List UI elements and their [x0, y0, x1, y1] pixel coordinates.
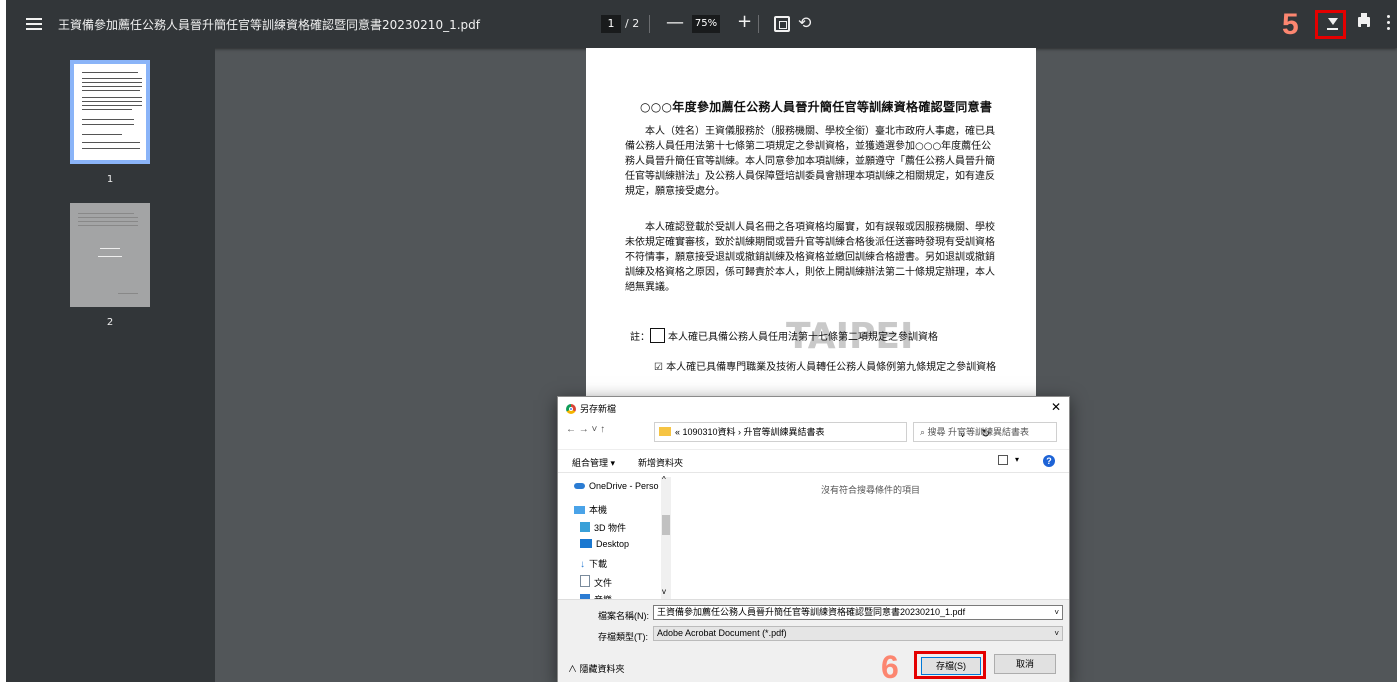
nav-item-label: 下載 [589, 559, 608, 569]
organize-menu[interactable]: 組合管理 ▾ [572, 456, 615, 469]
nav-item-onedrive[interactable]: OneDrive - Perso [574, 481, 659, 491]
address-bar[interactable]: « 1090310資料 › 升官等訓練異結書表 ˅ ↻ [654, 422, 990, 442]
note: 註： 本人確已具備公務人員任用法第十七條第二項規定之參訓資格 [630, 328, 1000, 345]
print-icon[interactable] [1358, 13, 1370, 27]
cloud-icon [574, 483, 585, 489]
pdf-page: TAIPEI ○○○年度參加薦任公務人員晉升簡任官等訓練資格確認暨同意書 本人（… [586, 48, 1036, 418]
close-icon[interactable]: ✕ [1051, 400, 1061, 414]
scroll-thumb[interactable] [662, 515, 670, 535]
thumbnail-page-2[interactable]: 2 [70, 203, 150, 328]
save-button-highlight: 存檔(S) [914, 651, 986, 679]
thumbnail-image [70, 60, 150, 164]
folder-icon [659, 427, 671, 436]
note-prefix: 註： [630, 332, 650, 343]
view-icon[interactable] [998, 455, 1008, 465]
download-icon[interactable] [1315, 10, 1346, 39]
zoom-in-button[interactable]: + [737, 11, 752, 32]
chevron-down-icon[interactable]: ▾ [1015, 455, 1019, 464]
nav-item-3d-objects[interactable]: 3D 物件 [580, 521, 626, 534]
step-annotation-5: 5 [1282, 8, 1299, 41]
nav-item-this-pc[interactable]: 本機 [574, 503, 607, 516]
filetype-value: Adobe Acrobat Document (*.pdf) [657, 628, 787, 638]
dialog-toolbar: 組合管理 ▾ 新增資料夾 ▾ ? [558, 449, 1069, 473]
rotate-icon[interactable]: ⟲ [798, 13, 811, 32]
menu-icon[interactable] [26, 15, 42, 33]
paragraph: 本人（姓名）王資儀服務於（服務機關、學校全銜）臺北市政府人事處，確已具備公務人員… [625, 126, 995, 197]
document-title: 王資備參加薦任公務人員晉升簡任官等訓練資格確認暨同意書20230210_1.pd… [58, 18, 480, 32]
desktop-icon [580, 539, 592, 548]
nav-item-desktop[interactable]: Desktop [580, 539, 629, 549]
nav-item-downloads[interactable]: ↓ 下載 [580, 557, 607, 570]
more-options-icon[interactable] [1387, 15, 1390, 31]
nav-item-label: 文件 [594, 578, 613, 588]
cancel-button[interactable]: 取消 [994, 654, 1056, 674]
scroll-up-icon[interactable]: ^ [662, 475, 666, 484]
nav-item-label: OneDrive - Perso [589, 481, 659, 491]
new-folder-button[interactable]: 新增資料夾 [638, 456, 683, 469]
document-icon [580, 575, 590, 587]
note-text: 本人確已具備公務人員任用法第十七條第二項規定之參訓資格 [668, 332, 938, 343]
fit-page-icon[interactable] [774, 16, 790, 32]
empty-message: 沒有符合搜尋條件的項目 [820, 485, 920, 495]
paragraph: 本人確認登載於受訓人員名冊之各項資格均屬實，如有誤報或因服務機關、學校未依規定確… [625, 222, 995, 293]
nav-arrows[interactable]: ← → ˅ ↑ [566, 424, 605, 435]
download-arrow-icon: ↓ [580, 559, 585, 570]
thumbnail-sidebar: 1 2 [6, 48, 215, 682]
save-as-dialog: 另存新檔 ✕ ← → ˅ ↑ « 1090310資料 › 升官等訓練異結書表 ˅… [557, 396, 1070, 682]
search-input[interactable]: ⌕ 搜尋 升官等訓練異結書表 [913, 422, 1057, 442]
cube-icon [580, 522, 590, 532]
page-number-input[interactable]: 1 [601, 15, 621, 33]
filetype-label: 存檔類型(T): [598, 632, 648, 642]
nav-item-label: Desktop [596, 539, 630, 549]
address-path: « 1090310資料 › 升官等訓練異結書表 [675, 427, 825, 437]
separator [649, 15, 650, 33]
zoom-out-button[interactable]: — [666, 12, 684, 33]
hide-folders-toggle[interactable]: ∧ 隱藏資料夾 [568, 662, 625, 675]
filename-value: 王資備參加薦任公務人員晉升簡任官等訓練資格確認暨同意書20230210_1.pd… [657, 607, 966, 617]
nav-scrollbar[interactable]: ^ v [661, 475, 671, 599]
zoom-input[interactable]: 75% [692, 15, 720, 33]
chevron-down-icon[interactable]: ˅ [1054, 627, 1059, 640]
page-total: / 2 [625, 17, 640, 30]
dialog-title: 另存新檔 [566, 402, 616, 415]
thumbnail-image [70, 203, 150, 307]
step-annotation-6: 6 [881, 649, 899, 682]
filetype-select[interactable]: Adobe Acrobat Document (*.pdf) ˅ [653, 626, 1063, 641]
help-icon[interactable]: ? [1043, 455, 1055, 467]
scroll-down-icon[interactable]: v [662, 587, 666, 596]
thumbnail-label: 1 [106, 174, 114, 185]
save-button[interactable]: 存檔(S) [921, 657, 981, 675]
dialog-title-text: 另存新檔 [580, 404, 617, 414]
note-checked: ☑ 本人確已具備專門職業及技術人員轉任公務人員條例第九條規定之參訓資格 [654, 362, 997, 373]
checkbox-icon [650, 328, 665, 343]
pdf-toolbar: 王資備參加薦任公務人員晉升簡任官等訓練資格確認暨同意書20230210_1.pd… [6, 0, 1397, 48]
nav-item-label: 本機 [589, 505, 608, 515]
filename-input[interactable]: 王資備參加薦任公務人員晉升簡任官等訓練資格確認暨同意書20230210_1.pd… [653, 605, 1063, 620]
chevron-down-icon[interactable]: ˅ [1054, 606, 1059, 619]
document-heading: ○○○年度參加薦任公務人員晉升簡任官等訓練資格確認暨同意書 [640, 100, 993, 114]
dialog-footer: 檔案名稱(N): 王資備參加薦任公務人員晉升簡任官等訓練資格確認暨同意書2023… [558, 599, 1069, 682]
chrome-icon [566, 404, 576, 414]
thumbnail-page-1[interactable]: 1 [70, 60, 150, 185]
pdf-viewer: 王資備參加薦任公務人員晉升簡任官等訓練資格確認暨同意書20230210_1.pd… [6, 0, 1397, 682]
filename-label: 檔案名稱(N): [598, 611, 649, 621]
thumbnail-label: 2 [106, 317, 114, 328]
computer-icon [574, 506, 585, 514]
nav-item-documents[interactable]: 文件 [580, 575, 612, 589]
separator [758, 15, 759, 33]
file-list-area[interactable]: 沒有符合搜尋條件的項目 [672, 471, 1069, 601]
navigation-pane: OneDrive - Perso 本機 3D 物件 Desktop ↓ 下載 文件… [568, 477, 672, 599]
nav-item-label: 3D 物件 [594, 523, 627, 533]
